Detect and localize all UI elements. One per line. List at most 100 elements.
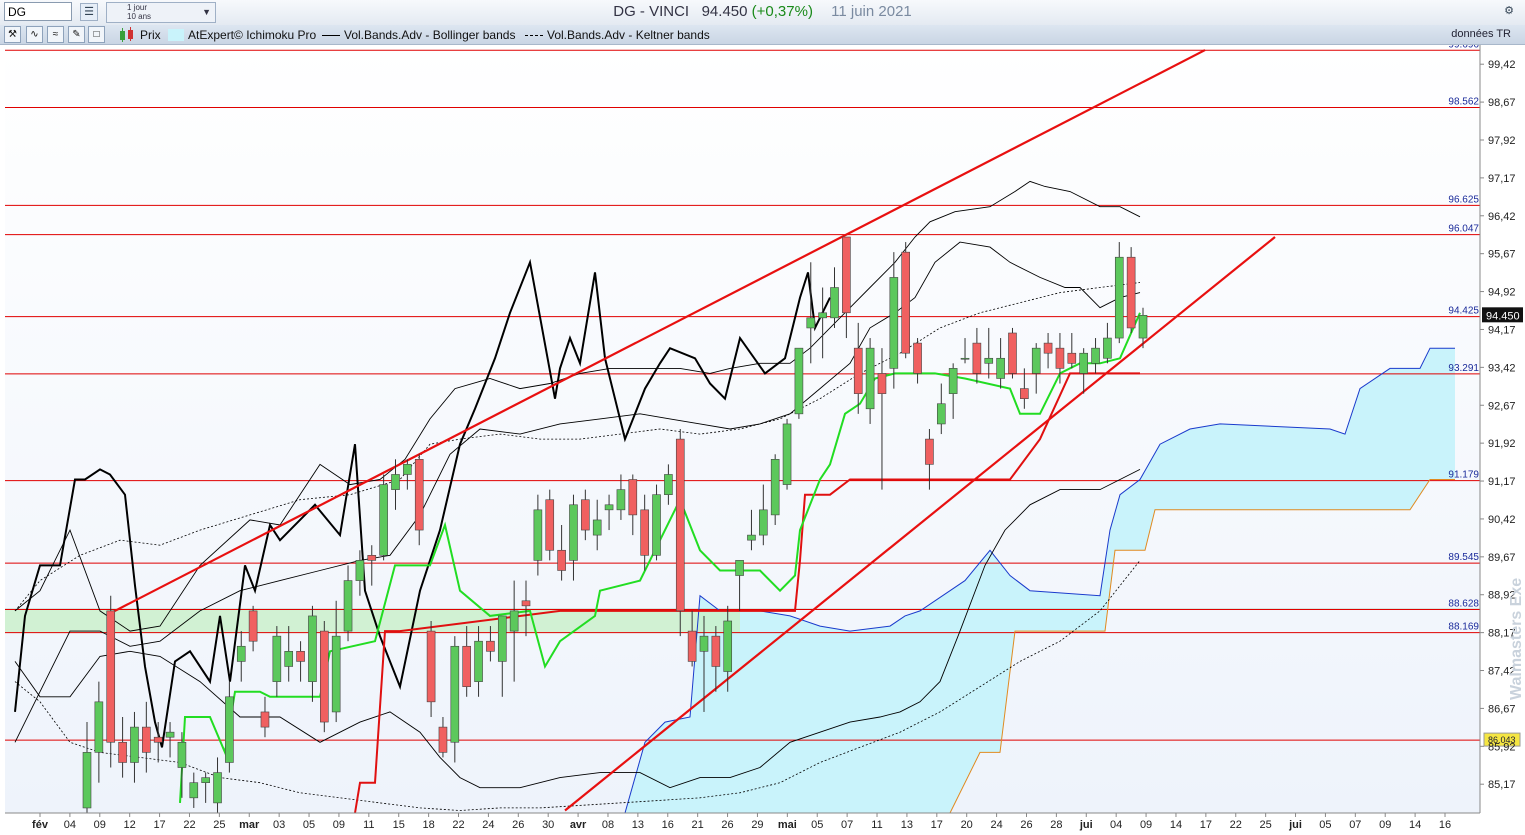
candle-body [770, 459, 780, 516]
candle-body [497, 615, 507, 662]
period-selector[interactable]: 1 jour 10 ans ▼ [106, 2, 216, 23]
candle-body [581, 499, 590, 531]
candle-body [1031, 347, 1041, 374]
price-tick-label: 92,67 [1488, 400, 1516, 412]
candle-body [747, 534, 756, 541]
candle-body [936, 403, 946, 425]
price-tick-label: 91,17 [1488, 476, 1516, 488]
candle-body [545, 499, 555, 551]
level-label: 88.628 [1448, 598, 1479, 609]
watermark: Walmasters Exe [1508, 577, 1525, 700]
legend-ichimoku[interactable]: AtExpert© Ichimoku Pro [188, 28, 316, 42]
date-tick-label: 03 [273, 819, 285, 831]
candle-body [675, 438, 685, 612]
date-tick-label: 11 [871, 819, 882, 831]
tools-icon[interactable]: ⚒ [4, 26, 21, 43]
candle-body [177, 741, 187, 768]
date-tick-label: 07 [1349, 819, 1361, 831]
top-toolbar: DG ☰ 1 jour 10 ans ▼ ⚙ [0, 0, 1525, 26]
candle-body [225, 696, 234, 763]
candle-body [723, 620, 733, 672]
candle-body [1103, 337, 1112, 359]
candle-body [391, 474, 400, 490]
candle-body [557, 549, 566, 571]
candle-body [236, 645, 246, 662]
wave-icon[interactable]: ∿ [26, 26, 43, 43]
date-tick-label: 16 [1439, 819, 1451, 831]
candle-body [130, 726, 139, 763]
candle-body [913, 342, 922, 374]
candle-body [474, 640, 483, 682]
date-tick-label: 05 [1319, 819, 1331, 831]
candle-body [272, 635, 282, 682]
candle-body [450, 645, 460, 743]
price-tick-label: 86,67 [1488, 703, 1516, 715]
book-icon[interactable]: ☰ [80, 3, 98, 21]
level-label: 91.179 [1448, 470, 1479, 481]
date-tick-label: 29 [751, 819, 763, 831]
candle-body [331, 635, 341, 713]
date-tick-label: 13 [901, 819, 913, 831]
date-tick-label: fév [32, 819, 49, 831]
candlestick-icon [120, 27, 133, 42]
date-tick-label: jui [1288, 819, 1302, 831]
candle-body [1126, 256, 1136, 329]
cloud-swatch [168, 29, 184, 41]
draw-icon[interactable]: ✎ [68, 26, 85, 43]
price-tick-label: 90,42 [1488, 514, 1516, 526]
price-tick-label: 91,92 [1488, 438, 1516, 450]
date-tick-label: avr [570, 819, 587, 831]
candle-body [106, 610, 116, 743]
date-tick-label: mai [778, 819, 797, 831]
candle-body [865, 347, 875, 410]
candle-body [521, 600, 531, 607]
candle-body [426, 630, 436, 703]
legend-keltner[interactable]: Vol.Bands.Adv - Keltner bands [547, 28, 710, 42]
date-tick-label: 09 [1379, 819, 1391, 831]
candle-body [201, 777, 210, 783]
candle-body [806, 317, 816, 329]
candle-body [782, 423, 792, 485]
level-label: 89.545 [1448, 552, 1479, 563]
level-label: 93.291 [1448, 363, 1479, 374]
candle-body [1020, 388, 1029, 399]
ticker-input[interactable]: DG [4, 2, 72, 21]
date-tick-label: 14 [1409, 819, 1421, 831]
window-icon[interactable]: □ [88, 26, 105, 43]
candle-body [687, 630, 697, 662]
level-label: 94.425 [1448, 306, 1479, 317]
candle-body [592, 519, 602, 536]
candle-body [165, 731, 175, 738]
date-tick-label: 09 [94, 819, 106, 831]
price-tick-label: 94,92 [1488, 287, 1516, 299]
date-tick-label: 04 [64, 819, 76, 831]
date-tick-label: 15 [393, 819, 405, 831]
candle-body [189, 782, 199, 799]
date-tick-label: 24 [990, 819, 1002, 831]
candle-body [616, 489, 626, 511]
date-tick-label: 22 [1230, 819, 1242, 831]
date-tick-label: 22 [183, 819, 195, 831]
date-tick-label: 09 [1140, 819, 1152, 831]
price-chart[interactable]: 99.696 98.562 96.625 96.047 94.425 93.291 91.1… [0, 45, 1525, 835]
candle-body [142, 726, 151, 753]
candle-body [664, 474, 673, 495]
legend-bollinger[interactable]: Vol.Bands.Adv - Bollinger bands [344, 28, 515, 42]
lines-icon[interactable]: ≈ [47, 26, 64, 43]
candle-body [462, 645, 471, 687]
candle-body [308, 615, 317, 682]
price-tick-label: 98,67 [1488, 97, 1516, 109]
candle-body [759, 509, 768, 536]
date-tick-label: 17 [1200, 819, 1212, 831]
level-label: 96.047 [1448, 224, 1479, 235]
candle-body [379, 484, 388, 556]
legend-price[interactable]: Prix [140, 28, 161, 42]
date-tick-label: 14 [1170, 819, 1182, 831]
candle-body [735, 560, 744, 576]
keltner-swatch [525, 35, 543, 36]
settings-icon[interactable]: ⚙ [1500, 3, 1518, 21]
candle-body [1079, 352, 1088, 374]
candle-body [403, 464, 412, 475]
candle-body [901, 251, 910, 354]
date-tick-label: 12 [124, 819, 136, 831]
